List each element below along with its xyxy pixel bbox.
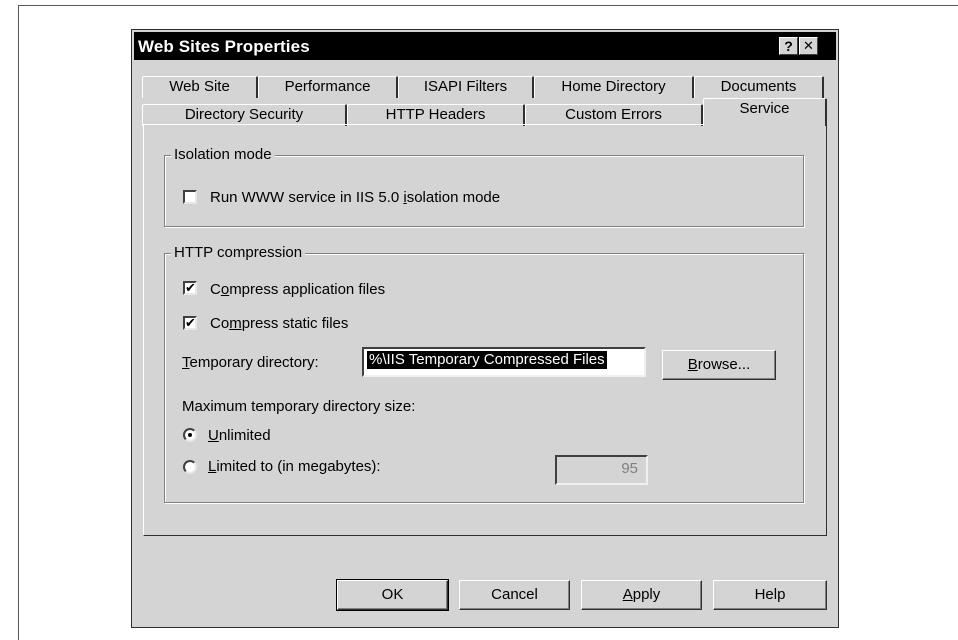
tab-custom-errors[interactable]: Custom Errors xyxy=(525,104,703,126)
tab-service[interactable]: Service xyxy=(703,98,827,126)
label-part: mpress application files xyxy=(229,281,386,298)
tab-web-site[interactable]: Web Site xyxy=(142,76,258,98)
accelerator-key: U xyxy=(208,427,219,444)
tab-documents[interactable]: Documents xyxy=(694,76,824,98)
limited-size-input[interactable]: 95 xyxy=(555,455,648,485)
label-part: Co xyxy=(210,315,230,332)
button-label: Help xyxy=(754,586,786,603)
tab-label: Performance xyxy=(284,78,371,95)
tab-label: Service xyxy=(739,100,790,117)
check-mark-icon: ✔ xyxy=(185,315,196,330)
selected-text: %\IIS Temporary Compressed Files xyxy=(367,351,607,369)
limited-to-label: Limited to (in megabytes): xyxy=(208,458,381,476)
apply-button[interactable]: Apply xyxy=(581,580,702,610)
compress-static-files-checkbox[interactable]: ✔ xyxy=(183,316,197,330)
isolation-mode-checkbox[interactable] xyxy=(183,190,197,204)
compress-app-files-label: Compress application files xyxy=(210,281,385,299)
button-label: OK xyxy=(381,586,404,603)
accelerator-key: o xyxy=(220,281,230,298)
tab-http-headers[interactable]: HTTP Headers xyxy=(347,104,525,126)
check-mark-icon: ✔ xyxy=(185,280,196,295)
title-bar: Web Sites Properties ? ✕ xyxy=(134,32,836,60)
compress-static-files-label: Compress static files xyxy=(210,315,348,333)
button-label: pply xyxy=(632,586,661,603)
help-dialog-button[interactable]: Help xyxy=(713,580,827,610)
label-part: emporary directory: xyxy=(189,354,319,371)
limited-to-radio[interactable] xyxy=(183,460,197,474)
help-button[interactable]: ? xyxy=(779,37,798,55)
accelerator-key: m xyxy=(229,315,242,332)
tab-label: Home Directory xyxy=(561,78,666,95)
cancel-button[interactable]: Cancel xyxy=(459,580,570,610)
tab-directory-security[interactable]: Directory Security xyxy=(142,104,347,126)
ok-button[interactable]: OK xyxy=(336,579,449,611)
tab-label: Directory Security xyxy=(184,106,304,123)
accelerator-key: B xyxy=(687,356,698,373)
tab-label: Web Site xyxy=(169,78,230,95)
browse-button[interactable]: Browse... xyxy=(662,350,776,380)
tab-label: Custom Errors xyxy=(565,106,662,123)
temporary-directory-input[interactable]: %\IIS Temporary Compressed Files xyxy=(362,347,646,377)
compress-app-files-checkbox[interactable]: ✔ xyxy=(183,281,197,295)
tab-isapi-filters[interactable]: ISAPI Filters xyxy=(398,76,534,98)
temporary-directory-label: Temporary directory: xyxy=(182,354,319,372)
close-button[interactable]: ✕ xyxy=(799,37,818,55)
label-part: Run WWW service in IIS 5.0 xyxy=(210,189,404,206)
window-title: Web Sites Properties xyxy=(138,37,310,56)
label-part: C xyxy=(210,281,221,298)
button-label: Cancel xyxy=(491,586,538,603)
tab-label: HTTP Headers xyxy=(385,106,486,123)
accelerator-key: A xyxy=(622,586,633,603)
accelerator-key: T xyxy=(182,354,190,371)
button-label: rowse... xyxy=(697,356,751,373)
radio-dot xyxy=(188,433,192,437)
tab-performance[interactable]: Performance xyxy=(258,76,398,98)
label-part: press static files xyxy=(241,315,349,332)
unlimited-label: Unlimited xyxy=(208,427,271,445)
label-part: imited to (in megabytes): xyxy=(216,458,381,475)
isolation-mode-legend: Isolation mode xyxy=(171,146,275,164)
tab-home-directory[interactable]: Home Directory xyxy=(534,76,694,98)
unlimited-radio[interactable] xyxy=(183,428,197,442)
http-compression-legend: HTTP compression xyxy=(171,244,306,262)
max-temp-size-label: Maximum temporary directory size: xyxy=(182,398,416,415)
isolation-mode-label: Run WWW service in IIS 5.0 isolation mod… xyxy=(210,189,500,207)
label-part: solation mode xyxy=(406,189,501,206)
label-part: nlimited xyxy=(218,427,271,444)
tab-label: ISAPI Filters xyxy=(423,78,508,95)
tab-label: Documents xyxy=(720,78,797,95)
